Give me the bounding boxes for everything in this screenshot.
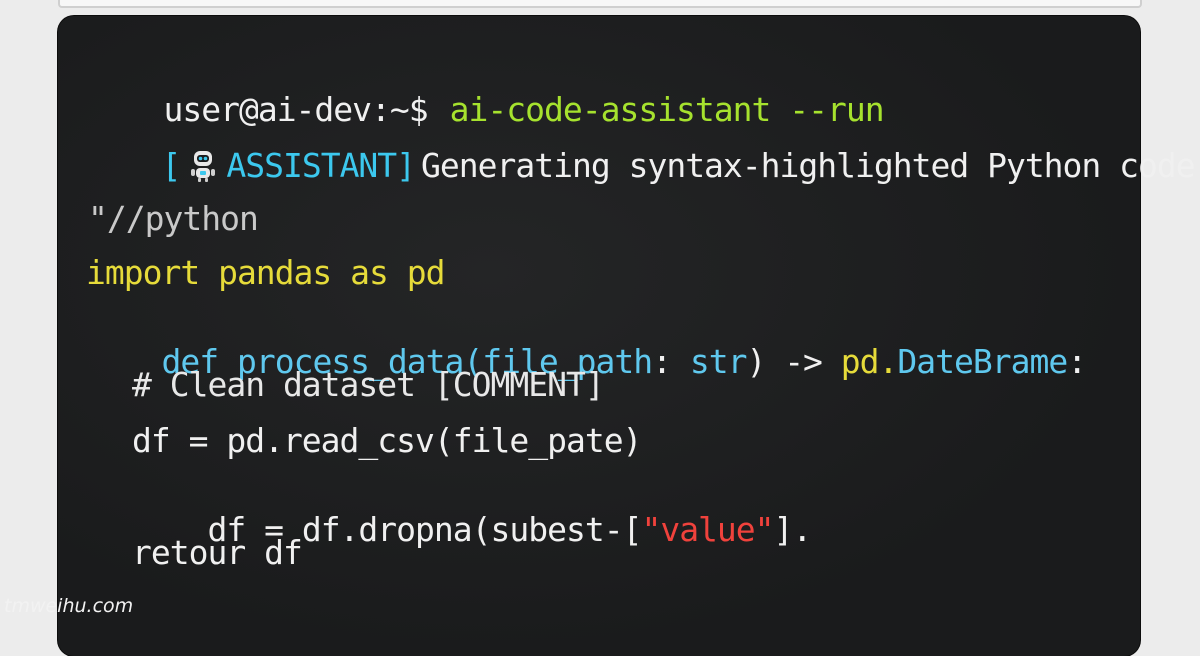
return-module: pd. — [840, 342, 899, 381]
status-open-bracket: [ — [161, 146, 181, 185]
code-line-return: retour df — [132, 533, 303, 572]
def-end-colon: : — [1067, 342, 1087, 381]
args-close: ) — [746, 342, 785, 381]
assistant-tag: ASSISTANT] — [226, 146, 416, 185]
code-line-import: import pandas as pd — [86, 253, 445, 292]
code-line-read-csv: df = pd.read_csv(file_pate) — [132, 421, 642, 460]
terminal-window: user@ai-dev:~$ ai-code-assistant --run [ … — [58, 16, 1200, 656]
arg-type: str — [689, 342, 748, 381]
dropna-string: "value" — [641, 510, 774, 549]
return-class: DateBrame — [897, 342, 1068, 381]
arg-colon: : — [652, 342, 690, 381]
status-message: Generating syntax-highlighted Python cod… — [421, 146, 1200, 185]
robot-icon — [191, 151, 216, 182]
top-panel — [58, 0, 1142, 8]
dropna-suffix: ]. — [773, 510, 813, 549]
watermark: tmweihu.com — [4, 595, 134, 617]
code-line-comment: # Clean dataset [COMMENT] — [132, 365, 605, 404]
code-fence: "//python — [88, 199, 259, 238]
return-arrow: -> — [784, 342, 841, 381]
